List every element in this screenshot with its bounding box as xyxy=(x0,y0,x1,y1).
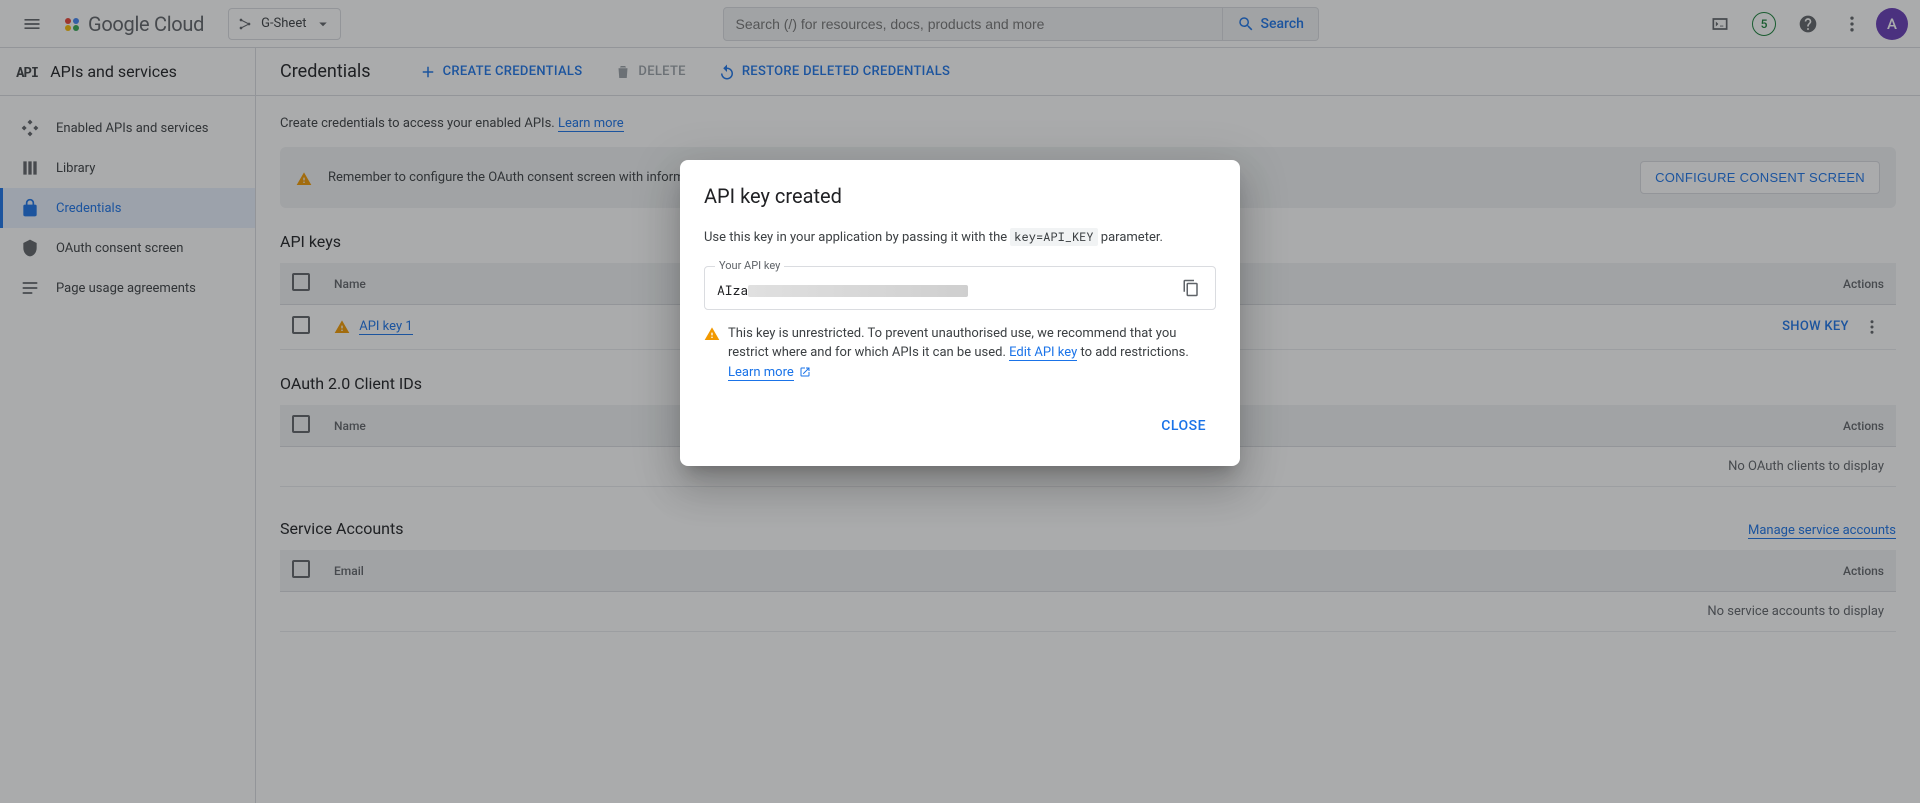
edit-api-key-link[interactable]: Edit API key xyxy=(1009,345,1077,361)
dialog-instructions: Use this key in your application by pass… xyxy=(704,228,1216,248)
external-link-icon xyxy=(799,366,811,378)
api-key-created-dialog: API key created Use this key in your app… xyxy=(680,160,1240,466)
api-key-field: Your API key AIza xyxy=(704,266,1216,310)
api-key-value[interactable]: AIza xyxy=(717,281,968,299)
dialog-title: API key created xyxy=(704,184,1216,208)
redacted-key xyxy=(748,285,968,297)
copy-icon[interactable] xyxy=(1175,272,1207,304)
learn-more-link[interactable]: Learn more xyxy=(728,365,794,381)
dialog-warning: This key is unrestricted. To prevent una… xyxy=(704,324,1216,383)
warning-icon xyxy=(704,326,720,342)
modal-scrim[interactable]: API key created Use this key in your app… xyxy=(0,0,1920,803)
close-button[interactable]: CLOSE xyxy=(1151,410,1216,442)
